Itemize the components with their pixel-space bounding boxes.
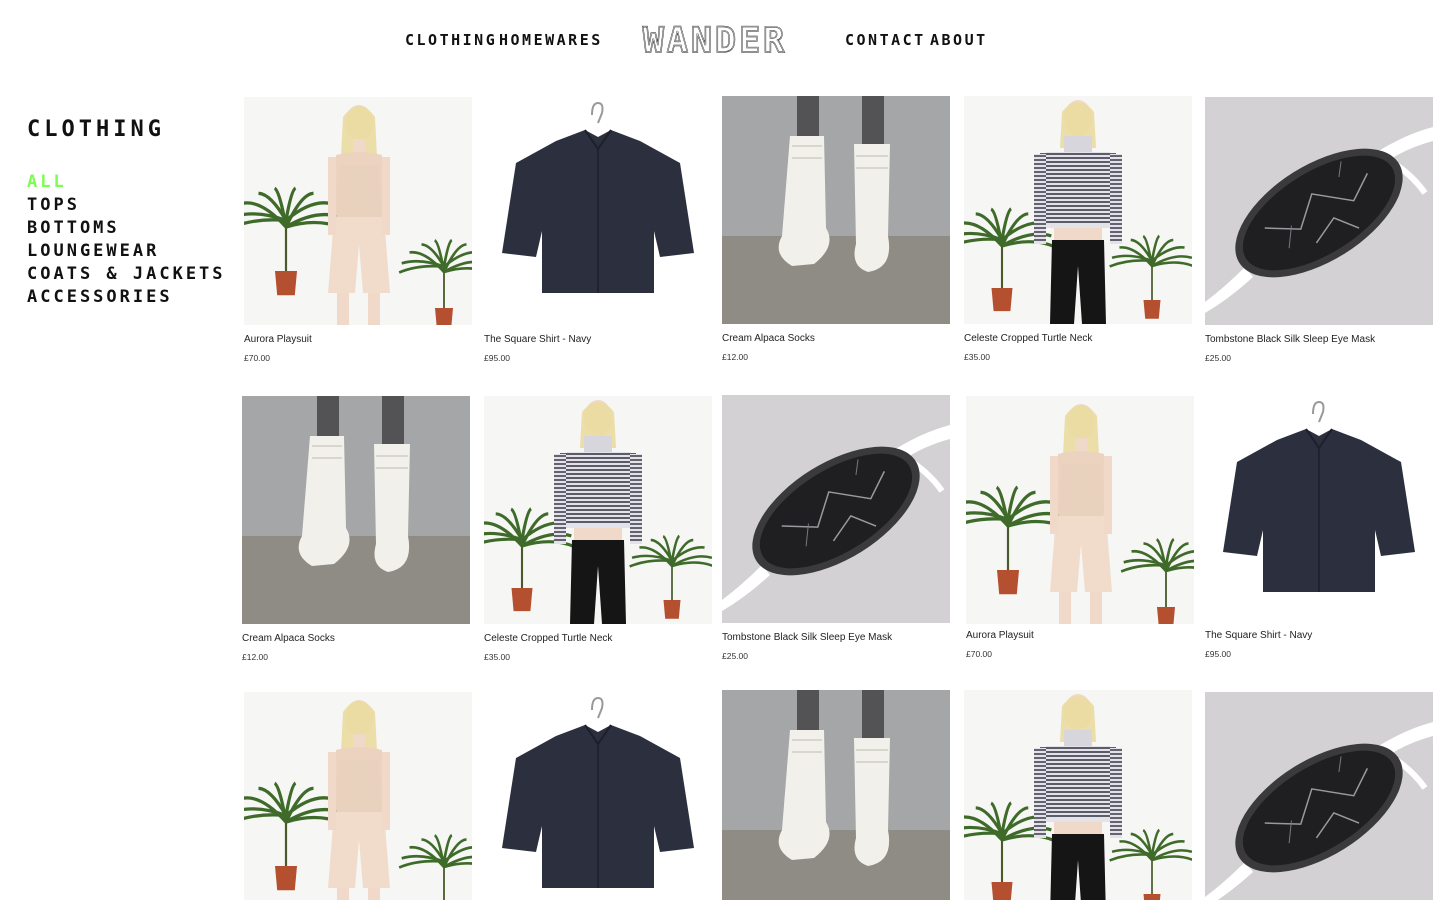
nav-contact-link[interactable]: CONTACT	[845, 31, 926, 49]
product-image[interactable]	[244, 97, 472, 325]
category-all[interactable]: ALL	[27, 171, 226, 194]
product-image[interactable]	[1205, 396, 1433, 624]
product-price: £95.00	[1205, 649, 1231, 659]
product-image[interactable]	[244, 692, 472, 900]
product-price: £35.00	[484, 652, 510, 662]
product-price: £95.00	[484, 353, 510, 363]
product-price: £70.00	[244, 353, 270, 363]
product-name[interactable]: Cream Alpaca Socks	[242, 633, 335, 644]
product-name[interactable]: Cream Alpaca Socks	[722, 333, 815, 344]
product-name[interactable]: Tombstone Black Silk Sleep Eye Mask	[722, 632, 892, 643]
product-image[interactable]	[722, 96, 950, 324]
category-tops[interactable]: TOPS	[27, 194, 226, 217]
wander-logo[interactable]: WANDER WANDER	[622, 22, 808, 56]
category-loungewear[interactable]: LOUNGEWEAR	[27, 240, 226, 263]
category-bottoms[interactable]: BOTTOMS	[27, 217, 226, 240]
product-image[interactable]	[484, 692, 712, 900]
sidebar-title: CLOTHING	[27, 117, 165, 142]
product-price: £12.00	[242, 652, 268, 662]
product-image[interactable]	[1205, 97, 1433, 325]
product-image[interactable]	[722, 690, 950, 900]
category-list: ALL TOPS BOTTOMS LOUNGEWEAR COATS & JACK…	[27, 171, 226, 309]
product-image[interactable]	[242, 396, 470, 624]
product-price: £12.00	[722, 352, 748, 362]
product-image[interactable]	[484, 97, 712, 325]
top-navigation: CLOTHING HOMEWARES WANDER WANDER CONTACT…	[0, 0, 1440, 80]
product-name[interactable]: Aurora Playsuit	[244, 334, 312, 345]
product-price: £70.00	[966, 649, 992, 659]
product-name[interactable]: Celeste Cropped Turtle Neck	[964, 333, 1092, 344]
product-image[interactable]	[1205, 692, 1433, 900]
nav-homewares-link[interactable]: HOMEWARES	[499, 31, 603, 49]
product-image[interactable]	[966, 396, 1194, 624]
product-name[interactable]: The Square Shirt - Navy	[1205, 630, 1312, 641]
category-coats-jackets[interactable]: COATS & JACKETS	[27, 263, 226, 286]
product-price: £25.00	[1205, 353, 1231, 363]
product-name[interactable]: Tombstone Black Silk Sleep Eye Mask	[1205, 334, 1375, 345]
nav-about-link[interactable]: ABOUT	[930, 31, 988, 49]
product-name[interactable]: Celeste Cropped Turtle Neck	[484, 633, 612, 644]
logo-text-inline: WANDER	[643, 22, 787, 56]
product-image[interactable]	[484, 396, 712, 624]
product-price: £35.00	[964, 352, 990, 362]
nav-clothing-link[interactable]: CLOTHING	[405, 31, 497, 49]
product-image[interactable]	[964, 96, 1192, 324]
product-image[interactable]	[964, 690, 1192, 900]
product-name[interactable]: Aurora Playsuit	[966, 630, 1034, 641]
product-image[interactable]	[722, 395, 950, 623]
category-accessories[interactable]: ACCESSORIES	[27, 286, 226, 309]
product-name[interactable]: The Square Shirt - Navy	[484, 334, 591, 345]
product-price: £25.00	[722, 651, 748, 661]
